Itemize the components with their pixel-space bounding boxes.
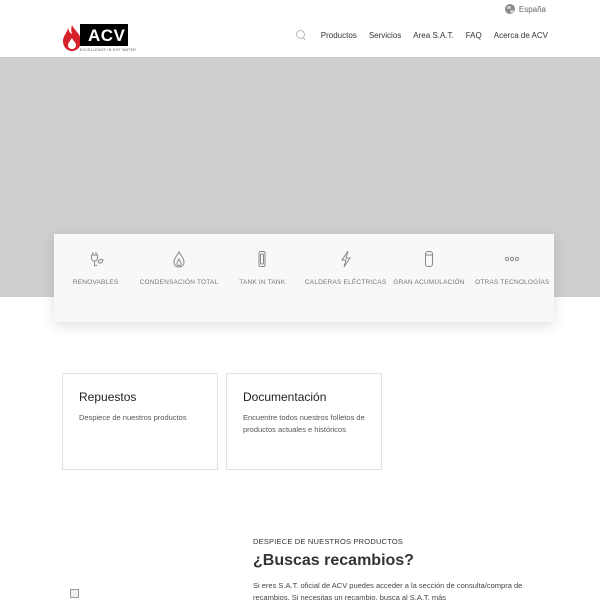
nav-acerca-de[interactable]: Acerca de ACV — [494, 31, 548, 40]
category-renovables[interactable]: RENOVABLES — [54, 234, 137, 322]
card-text: Despiece de nuestros productos — [79, 413, 187, 422]
category-otras-tecnologias[interactable]: OTRAS TECNOLOGÍAS — [471, 234, 554, 322]
card-repuestos[interactable]: Repuestos Despiece de nuestros productos — [62, 373, 218, 470]
site-header: ACV EXCELLENCE IN HOT WATER Productos Se… — [0, 18, 600, 57]
broken-image-icon — [70, 589, 79, 598]
logo-text: ACV — [88, 26, 126, 45]
category-label: OTRAS TECNOLOGÍAS — [475, 279, 550, 286]
main-nav: Productos Servicios Area S.A.T. FAQ Acer… — [295, 30, 548, 41]
category-label: CALDERAS ELÉCTRICAS — [304, 279, 387, 286]
globe-icon — [504, 4, 515, 14]
card-title: Documentación — [243, 390, 327, 404]
nav-faq[interactable]: FAQ — [466, 31, 482, 40]
locale-selector[interactable]: España — [504, 4, 546, 14]
section-eyebrow: DESPIECE DE NUESTROS PRODUCTOS — [253, 537, 404, 546]
tank-icon — [258, 251, 266, 267]
nav-area-sat[interactable]: Area S.A.T. — [413, 31, 453, 40]
category-label: TANK IN TANK — [239, 279, 286, 286]
nav-productos[interactable]: Productos — [321, 31, 357, 40]
card-documentacion[interactable]: Documentación Encuentre todos nuestros f… — [226, 373, 382, 470]
locale-label: España — [518, 4, 546, 14]
lightning-icon — [340, 250, 351, 268]
search-icon[interactable] — [295, 30, 307, 41]
logo-plate: ACV — [80, 24, 128, 46]
cylinder-icon — [424, 251, 433, 267]
nav-servicios[interactable]: Servicios — [369, 31, 401, 40]
flame-logo-icon — [63, 25, 81, 51]
dots-icon — [505, 256, 520, 262]
section-title: ¿Buscas recambios? — [253, 552, 414, 569]
plug-leaf-icon — [90, 252, 104, 267]
acv-logo[interactable]: ACV EXCELLENCE IN HOT WATER — [62, 22, 136, 54]
category-condensacion-total[interactable]: CONDENSACIÓN TOTAL — [137, 234, 220, 322]
category-calderas-electricas[interactable]: CALDERAS ELÉCTRICAS — [304, 234, 387, 322]
flame-drop-icon — [173, 250, 185, 268]
category-tank-in-tank[interactable]: TANK IN TANK — [221, 234, 304, 322]
logo-tagline: EXCELLENCE IN HOT WATER — [80, 48, 137, 52]
section-body: Si eres S.A.T. oficial de ACV puedes acc… — [253, 581, 523, 600]
card-title: Repuestos — [79, 390, 137, 404]
card-text: Encuentre todos nuestros folletos de pro… — [243, 413, 365, 434]
product-categories: RENOVABLES CONDENSACIÓN TOTAL TANK IN TA… — [54, 234, 554, 322]
category-label: CONDENSACIÓN TOTAL — [139, 279, 219, 286]
category-gran-acumulacion[interactable]: GRAN ACUMULACIÓN — [387, 234, 470, 322]
category-label: RENOVABLES — [72, 279, 119, 286]
category-label: GRAN ACUMULACIÓN — [393, 279, 465, 286]
